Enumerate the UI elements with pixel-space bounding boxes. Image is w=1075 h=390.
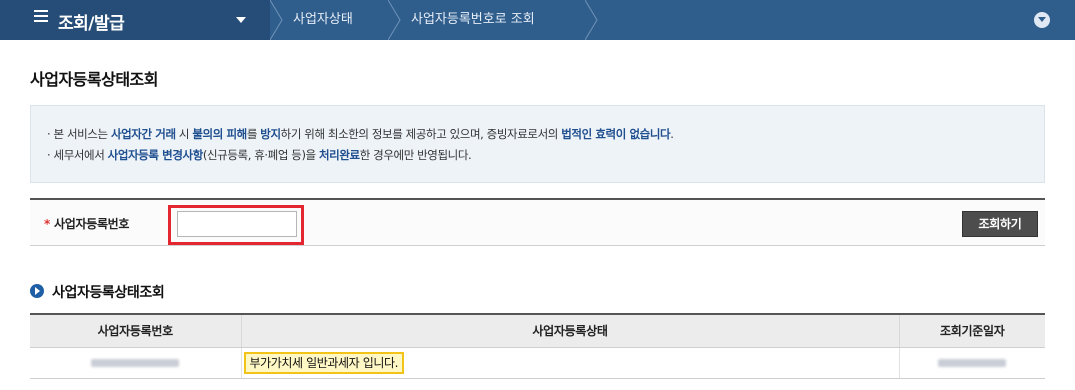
menu-dropdown[interactable]: 조회/발급: [0, 0, 270, 40]
status-highlight: 부가가치세 일반과세자 입니다.: [243, 351, 405, 374]
cell-status: 부가가치세 일반과세자 입니다.: [241, 347, 900, 379]
breadcrumb-item-lookup-by-number[interactable]: 사업자등록번호로 조회: [411, 0, 535, 40]
chevron-down-circle-icon[interactable]: [1034, 12, 1050, 28]
line1-segment: 사업자간 거래: [110, 127, 176, 141]
column-header-business-number: 사업자등록번호: [30, 314, 242, 348]
redacted-value: [938, 359, 1007, 367]
arrow-circle-icon: [30, 284, 44, 298]
line2-segment: 한 경우에만 반영됩니다.: [359, 148, 472, 162]
breadcrumb-separator-icon: [585, 0, 598, 40]
redacted-value: [91, 359, 180, 367]
business-number-input[interactable]: [177, 211, 297, 237]
result-section-title-text: 사업자등록상태조회: [52, 285, 165, 301]
business-number-label: * 사업자등록번호: [44, 217, 130, 231]
result-table: 사업자등록번호 사업자등록상태 조회기준일자 부가가치세 일반과세자 입니다.: [30, 313, 1045, 379]
search-button[interactable]: 조회하기: [962, 211, 1038, 237]
menu-title[interactable]: 조회/발급: [58, 9, 125, 34]
line2-segment: 처리완료: [318, 148, 360, 162]
line1-segment: 법적인 효력이 없습니다: [561, 127, 671, 141]
line2-segment: (신규등록, 휴·폐업 등)을: [202, 148, 319, 162]
line1-segment: 방지: [260, 127, 281, 141]
breadcrumb-separator-icon: [388, 0, 401, 40]
cell-reference-date-redacted: [899, 347, 1045, 379]
search-form: * 사업자등록번호 조회하기: [30, 198, 1045, 246]
required-mark: *: [44, 217, 50, 231]
caret-down-icon[interactable]: [236, 17, 246, 23]
hamburger-icon[interactable]: [34, 10, 48, 24]
column-header-status: 사업자등록상태: [241, 314, 900, 348]
line1-segment: 하기 위해 최소한의 정보를 제공하고 있으며, 증빙자료로서의: [280, 127, 562, 141]
line1-segment: .: [670, 127, 674, 141]
line2-segment: 사업자등록 변경사항: [107, 148, 204, 162]
top-navigation-bar: 조회/발급 사업자상태 사업자등록번호로 조회: [0, 0, 1075, 40]
notice-box: · 본 서비스는 사업자간 거래 시 불의의 피해를 방지하기 위해 최소한의 …: [30, 105, 1045, 183]
line1-segment: 불의의 피해: [192, 127, 247, 141]
line1-segment: 본 서비스는: [53, 127, 111, 141]
cell-business-number-redacted: [30, 347, 242, 379]
column-header-reference-date: 조회기준일자: [899, 314, 1045, 348]
table-header-row: 사업자등록번호 사업자등록상태 조회기준일자: [30, 314, 1045, 348]
notice-line-1: · 본 서비스는 사업자간 거래 시 불의의 피해를 방지하기 위해 최소한의 …: [47, 127, 674, 141]
notice-line-2: · 세무서에서 사업자등록 변경사항(신규등록, 휴·폐업 등)을 처리완료한 …: [47, 148, 472, 162]
line1-segment: 시: [175, 127, 193, 141]
line1-segment: 를: [246, 127, 261, 141]
table-row: 부가가치세 일반과세자 입니다.: [30, 347, 1045, 379]
page-title: 사업자등록상태조회: [30, 70, 158, 89]
line2-segment: 세무서에서: [53, 148, 108, 162]
breadcrumb-item-business-status[interactable]: 사업자상태: [293, 0, 353, 40]
breadcrumb-separator-icon: [270, 0, 283, 40]
